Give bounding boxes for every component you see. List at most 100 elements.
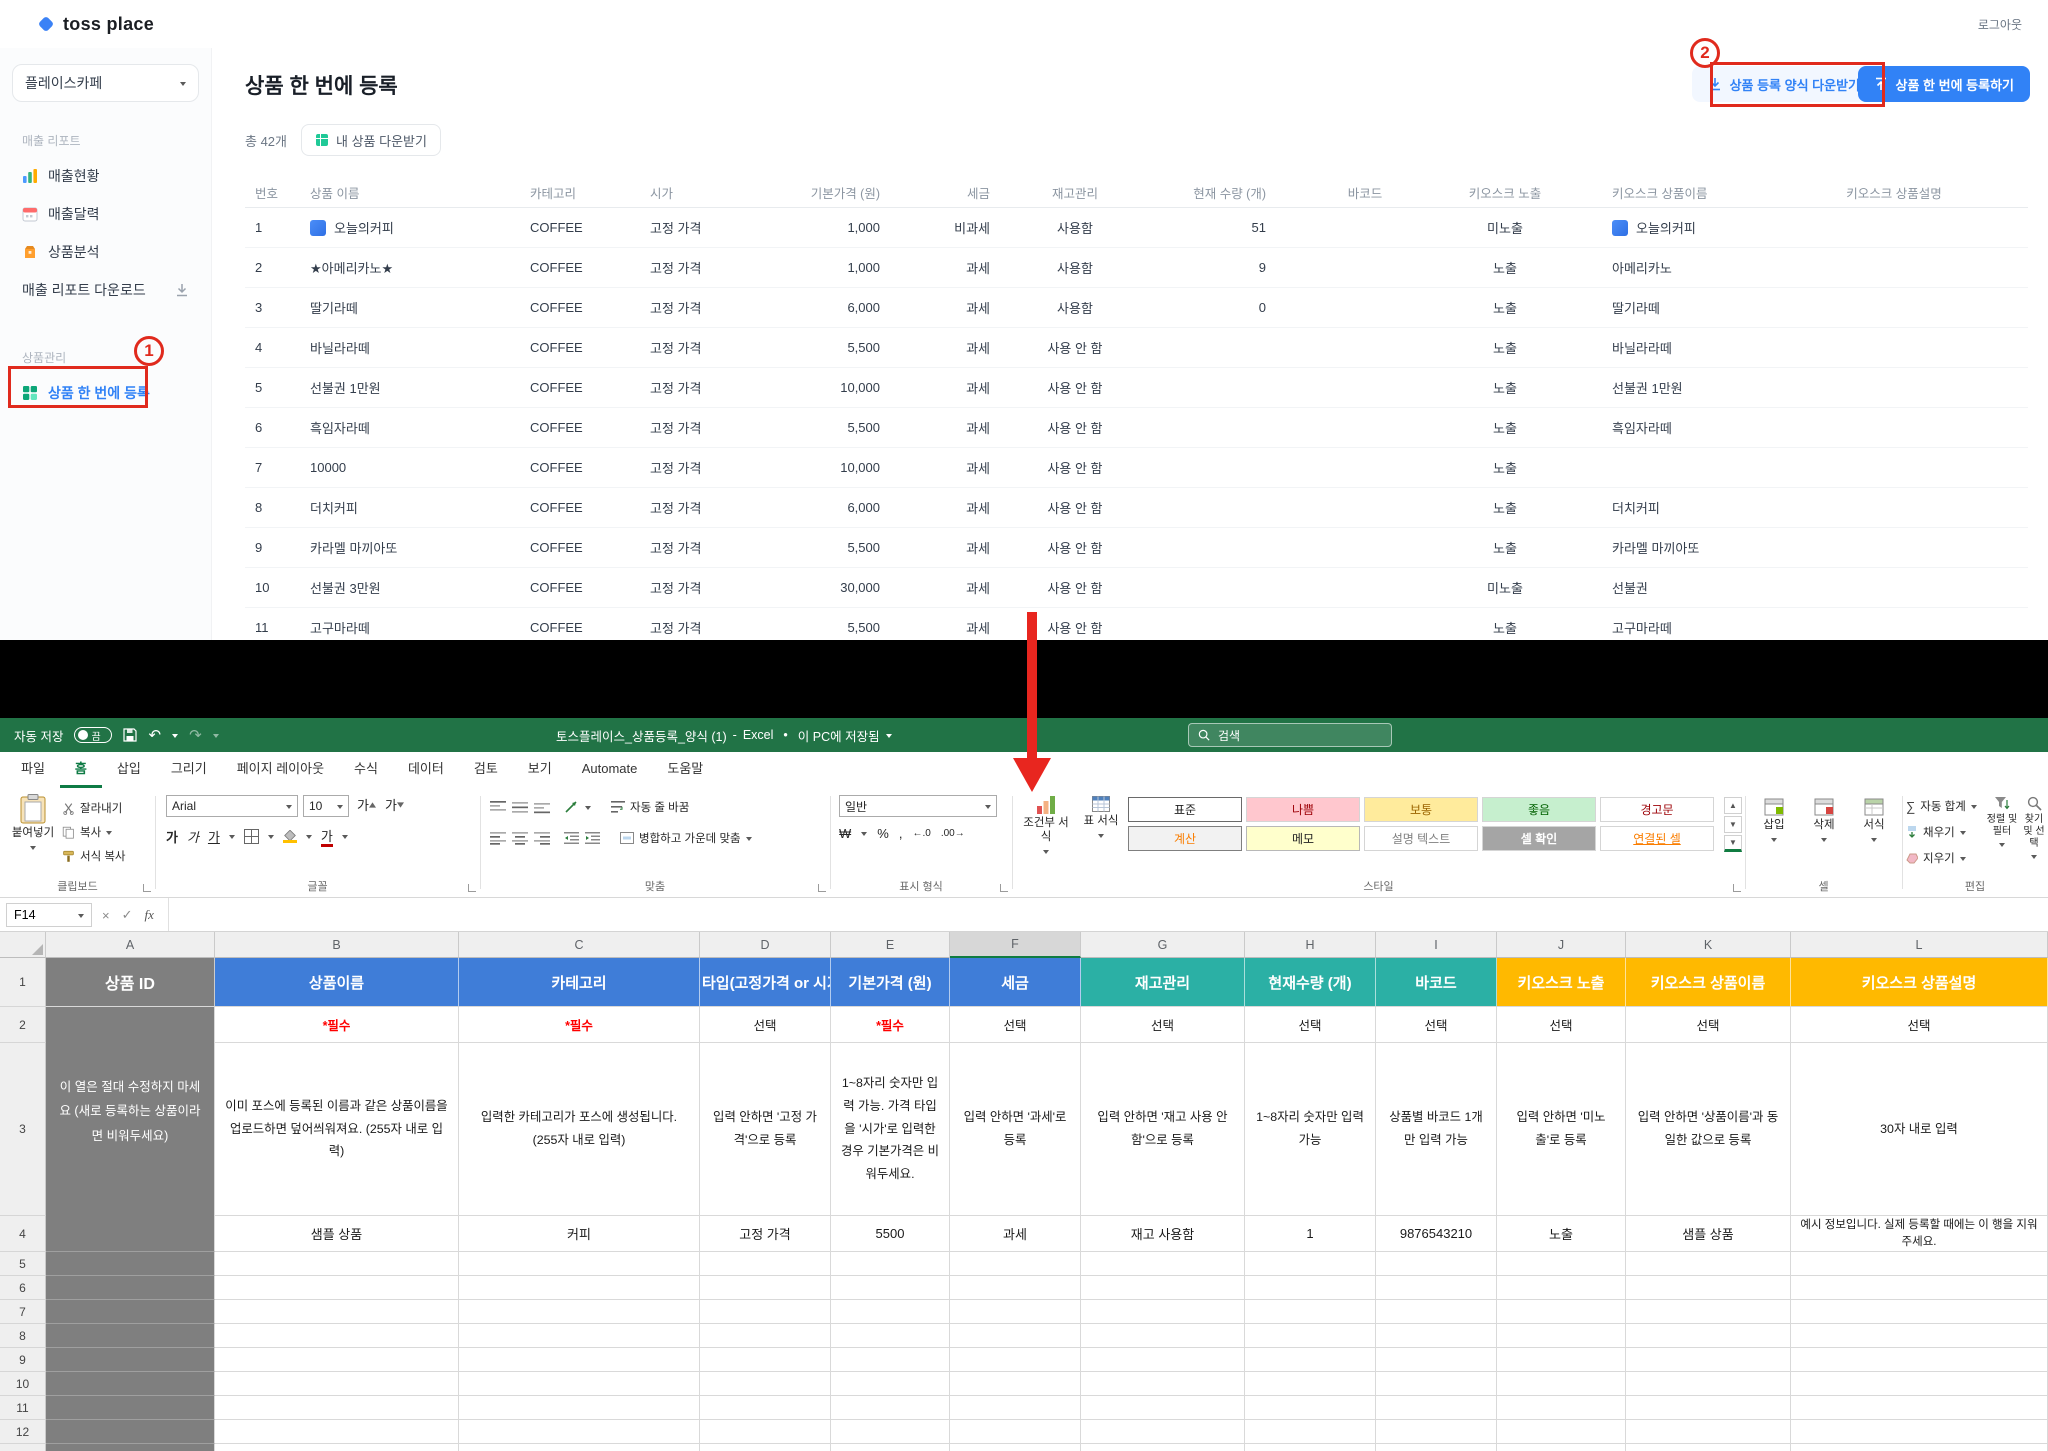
cell-F5[interactable] bbox=[950, 1252, 1081, 1276]
cell-B6[interactable] bbox=[215, 1276, 459, 1300]
align-right-icon[interactable] bbox=[534, 832, 550, 845]
cell-J3[interactable]: 입력 안하면 '미노출'로 등록 bbox=[1497, 1043, 1626, 1216]
sidebar-item-product-analysis[interactable]: 상품분석 bbox=[12, 233, 199, 271]
cell-B12[interactable] bbox=[215, 1420, 459, 1444]
grow-font-button[interactable]: 가 bbox=[357, 795, 376, 814]
column-header-F[interactable]: F bbox=[950, 932, 1081, 958]
cell-A6[interactable] bbox=[46, 1276, 215, 1300]
product-row[interactable]: 8더치커피COFFEE고정 가격6,000과세사용 안 함노출더치커피 bbox=[245, 488, 2028, 528]
cell-F2[interactable]: 선택 bbox=[950, 1007, 1081, 1043]
cell-I9[interactable] bbox=[1376, 1348, 1497, 1372]
sort-filter-button[interactable]: 정렬 및 필터 bbox=[1986, 796, 2018, 848]
ribbon-tab-수식[interactable]: 수식 bbox=[339, 752, 393, 788]
cell-L10[interactable] bbox=[1791, 1372, 2048, 1396]
row-header-10[interactable]: 10 bbox=[0, 1372, 46, 1396]
font-dialog-launcher[interactable] bbox=[468, 884, 476, 892]
cell-E6[interactable] bbox=[831, 1276, 950, 1300]
cell-G2[interactable]: 선택 bbox=[1081, 1007, 1245, 1043]
cell-B8[interactable] bbox=[215, 1324, 459, 1348]
cell-K12[interactable] bbox=[1626, 1420, 1791, 1444]
column-header-B[interactable]: B bbox=[215, 932, 459, 958]
cell-E8[interactable] bbox=[831, 1324, 950, 1348]
cell-H1[interactable]: 현재수량 (개) bbox=[1245, 958, 1376, 1007]
cell-G3[interactable]: 입력 안하면 '재고 사용 안 함'으로 등록 bbox=[1081, 1043, 1245, 1216]
column-header-C[interactable]: C bbox=[459, 932, 700, 958]
cell-D11[interactable] bbox=[700, 1396, 831, 1420]
cell-E4[interactable]: 5500 bbox=[831, 1216, 950, 1252]
percent-style-button[interactable]: % bbox=[877, 826, 889, 841]
cell-D5[interactable] bbox=[700, 1252, 831, 1276]
column-header-K[interactable]: K bbox=[1626, 932, 1791, 958]
cell-L4[interactable]: 예시 정보입니다. 실제 등록할 때에는 이 행을 지워주세요. bbox=[1791, 1216, 2048, 1252]
cell-C12[interactable] bbox=[459, 1420, 700, 1444]
ribbon-tab-데이터[interactable]: 데이터 bbox=[393, 752, 459, 788]
sidebar-item-sales-status[interactable]: 매출현황 bbox=[12, 157, 199, 195]
find-select-button[interactable]: 찾기 및 선택 bbox=[2020, 796, 2048, 860]
product-row[interactable]: 3딸기라떼COFFEE고정 가격6,000과세사용함0노출딸기라떼 bbox=[245, 288, 2028, 328]
cell-B10[interactable] bbox=[215, 1372, 459, 1396]
cell-style-경고문[interactable]: 경고문 bbox=[1600, 797, 1714, 822]
cell-D3[interactable]: 입력 안하면 '고정 가격'으로 등록 bbox=[700, 1043, 831, 1216]
cell-J5[interactable] bbox=[1497, 1252, 1626, 1276]
row-header-8[interactable]: 8 bbox=[0, 1324, 46, 1348]
cell-F6[interactable] bbox=[950, 1276, 1081, 1300]
enter-icon[interactable]: ✓ bbox=[122, 907, 133, 923]
cell-D2[interactable]: 선택 bbox=[700, 1007, 831, 1043]
cell-G1[interactable]: 재고관리 bbox=[1081, 958, 1245, 1007]
cell-K3[interactable]: 입력 안하면 '상품이름'과 동일한 값으로 등록 bbox=[1626, 1043, 1791, 1216]
ribbon-tab-Automate[interactable]: Automate bbox=[567, 752, 653, 788]
autosum-button[interactable]: ∑자동 합계 bbox=[1906, 793, 1977, 819]
cell-B1[interactable]: 상품이름 bbox=[215, 958, 459, 1007]
column-header-G[interactable]: G bbox=[1081, 932, 1245, 958]
align-middle-icon[interactable] bbox=[512, 801, 528, 814]
cell-G10[interactable] bbox=[1081, 1372, 1245, 1396]
conditional-formatting-button[interactable]: 조건부 서식 bbox=[1018, 796, 1074, 855]
cell-C4[interactable]: 커피 bbox=[459, 1216, 700, 1252]
cell-I13[interactable] bbox=[1376, 1444, 1497, 1451]
gallery-down-icon[interactable]: ▼ bbox=[1724, 816, 1742, 833]
cell-A2-note[interactable]: 이 열은 절대 수정하지 마세요 (새로 등록하는 상품이라면 비워두세요) bbox=[46, 1007, 215, 1216]
cell-A8[interactable] bbox=[46, 1324, 215, 1348]
cell-H11[interactable] bbox=[1245, 1396, 1376, 1420]
row-header-5[interactable]: 5 bbox=[0, 1252, 46, 1276]
cell-E10[interactable] bbox=[831, 1372, 950, 1396]
cell-C2[interactable]: *필수 bbox=[459, 1007, 700, 1043]
cell-H6[interactable] bbox=[1245, 1276, 1376, 1300]
cell-C9[interactable] bbox=[459, 1348, 700, 1372]
cell-H9[interactable] bbox=[1245, 1348, 1376, 1372]
font-color-button[interactable]: 가 bbox=[321, 826, 333, 847]
cell-F9[interactable] bbox=[950, 1348, 1081, 1372]
cell-C11[interactable] bbox=[459, 1396, 700, 1420]
cell-K2[interactable]: 선택 bbox=[1626, 1007, 1791, 1043]
sidebar-item-sales-calendar[interactable]: 매출달력 bbox=[12, 195, 199, 233]
accounting-format-button[interactable]: ₩ bbox=[839, 826, 851, 841]
cell-B7[interactable] bbox=[215, 1300, 459, 1324]
cell-B11[interactable] bbox=[215, 1396, 459, 1420]
cell-E5[interactable] bbox=[831, 1252, 950, 1276]
cell-G12[interactable] bbox=[1081, 1420, 1245, 1444]
cell-D13[interactable] bbox=[700, 1444, 831, 1451]
cell-H13[interactable] bbox=[1245, 1444, 1376, 1451]
cell-D7[interactable] bbox=[700, 1300, 831, 1324]
row-header-9[interactable]: 9 bbox=[0, 1348, 46, 1372]
autosave-toggle[interactable]: 끔 bbox=[74, 727, 112, 743]
cell-A11[interactable] bbox=[46, 1396, 215, 1420]
cell-J11[interactable] bbox=[1497, 1396, 1626, 1420]
cell-style-설명 텍스트[interactable]: 설명 텍스트 bbox=[1364, 826, 1478, 851]
row-header-1[interactable]: 1 bbox=[0, 958, 46, 1007]
cell-style-표준[interactable]: 표준 bbox=[1128, 797, 1242, 822]
cell-H12[interactable] bbox=[1245, 1420, 1376, 1444]
cell-D6[interactable] bbox=[700, 1276, 831, 1300]
number-dialog-launcher[interactable] bbox=[1000, 884, 1008, 892]
orientation-icon[interactable] bbox=[564, 800, 579, 814]
cell-E13[interactable] bbox=[831, 1444, 950, 1451]
column-header-H[interactable]: H bbox=[1245, 932, 1376, 958]
cell-H3[interactable]: 1~8자리 숫자만 입력 가능 bbox=[1245, 1043, 1376, 1216]
cell-F3[interactable]: 입력 안하면 '과세'로 등록 bbox=[950, 1043, 1081, 1216]
product-row[interactable]: 5선불권 1만원COFFEE고정 가격10,000과세사용 안 함노출선불권 1… bbox=[245, 368, 2028, 408]
cell-C13[interactable] bbox=[459, 1444, 700, 1451]
cell-B5[interactable] bbox=[215, 1252, 459, 1276]
cell-L11[interactable] bbox=[1791, 1396, 2048, 1420]
cell-J8[interactable] bbox=[1497, 1324, 1626, 1348]
download-my-products-button[interactable]: 내 상품 다운받기 bbox=[301, 124, 441, 156]
